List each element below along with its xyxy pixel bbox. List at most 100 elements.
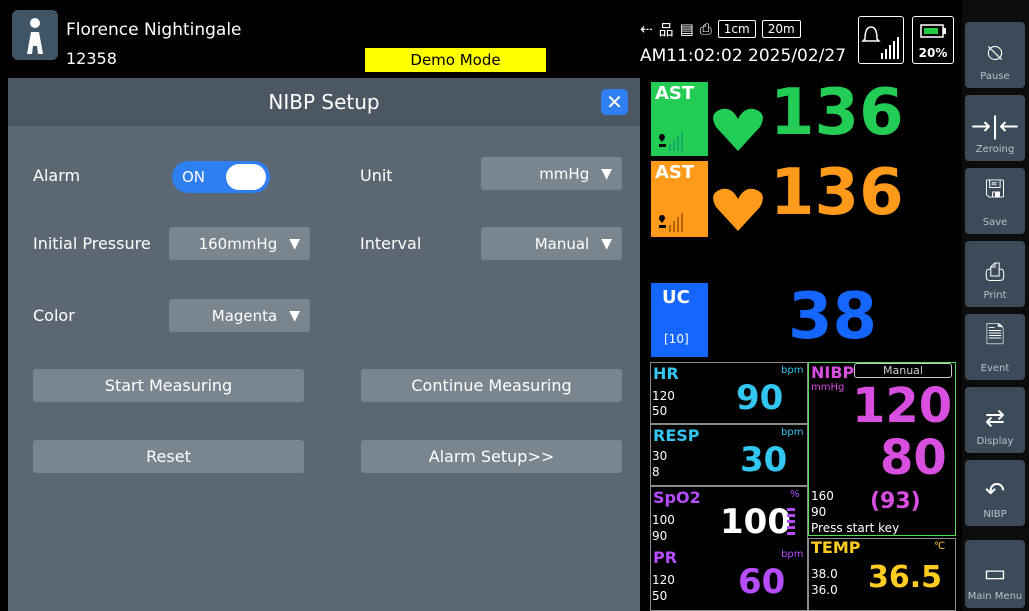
alarm-toggle-state: ON	[182, 168, 206, 186]
ast2-label: AST	[655, 162, 695, 183]
nibp-unit: mmHg	[811, 382, 845, 393]
pr-unit: bpm	[781, 549, 804, 560]
pr-high: 120	[652, 573, 675, 587]
spo2-high: 100	[652, 513, 675, 527]
resp-low: 8	[652, 465, 660, 479]
hr-low: 50	[652, 404, 668, 418]
main-menu-button[interactable]: ▭ Main Menu	[965, 540, 1025, 608]
temp-value: 36.5	[868, 560, 943, 595]
nibp-label: NIBP	[983, 509, 1007, 520]
demo-mode-banner: Demo Mode	[365, 48, 546, 72]
display-icon: ⇄	[984, 404, 1006, 432]
event-button[interactable]: 🗎 Event	[965, 314, 1025, 380]
nibp-dia: 80	[880, 430, 947, 486]
dropdown-arrow-icon: ▼	[601, 235, 612, 252]
dropdown-arrow-icon: ▼	[601, 165, 612, 182]
signal-bars-icon	[656, 128, 686, 156]
nibp-mode: Manual	[854, 363, 952, 378]
signal-bars-icon	[656, 209, 686, 237]
zeroing-icon: →|←	[970, 112, 1020, 140]
clock: AM11:02:02 2025/02/27	[640, 46, 847, 66]
spo2-low: 90	[652, 529, 668, 543]
display-button[interactable]: ⇄ Display	[965, 387, 1025, 453]
event-icon: 🗎	[985, 321, 1005, 349]
interval-label: Interval	[360, 234, 422, 253]
initial-pressure-dropdown[interactable]: 160mmHg ▼	[169, 227, 310, 260]
nibp-button[interactable]: ↶ NIBP	[965, 460, 1025, 526]
temp-low: 36.0	[811, 583, 838, 597]
status-icons: ⇠ 品 ▤ ⎙ 1cm 20m	[640, 18, 801, 40]
resp-unit: bpm	[781, 427, 804, 438]
temp-label: TEMP	[811, 538, 861, 557]
resp-label: RESP	[653, 426, 700, 445]
interval-dropdown[interactable]: Manual ▼	[481, 227, 622, 260]
unit-dropdown[interactable]: mmHg ▼	[481, 157, 622, 190]
color-dropdown[interactable]: Magenta ▼	[169, 299, 310, 332]
print-label: Print	[983, 290, 1007, 301]
nibp-message: Press start key	[811, 521, 900, 535]
pause-label: Pause	[980, 71, 1010, 82]
hr-value: 90	[736, 378, 784, 418]
color-value: Magenta	[211, 306, 278, 325]
save-button[interactable]: 🖫 Save	[965, 168, 1025, 234]
storage-icon: ▤	[679, 20, 694, 38]
dropdown-arrow-icon: ▼	[289, 235, 300, 252]
display-label: Display	[976, 436, 1014, 447]
start-measuring-button[interactable]: Start Measuring	[33, 369, 304, 402]
event-label: Event	[980, 363, 1010, 374]
temp-unit: ℃	[934, 541, 946, 552]
main-menu-icon: ▭	[983, 559, 1007, 587]
pr-label: PR	[653, 548, 678, 567]
pr-value: 60	[738, 562, 786, 602]
alarm-setup-button[interactable]: Alarm Setup>>	[361, 440, 622, 473]
unit-value: mmHg	[539, 164, 590, 183]
resp-value: 30	[740, 440, 788, 480]
ast1-label: AST	[655, 83, 695, 104]
ast2-value: 136	[770, 156, 904, 230]
hr-unit: bpm	[781, 365, 804, 376]
scale-2: 20m	[761, 20, 801, 38]
usb-icon: ⇠	[640, 20, 653, 38]
alarm-pause-icon: ⍉	[987, 39, 1003, 67]
pause-button[interactable]: ⍉ Pause	[965, 22, 1025, 88]
hr-high: 120	[652, 389, 675, 403]
patient-icon[interactable]	[12, 10, 58, 60]
temp-high: 38.0	[811, 567, 838, 581]
nibp-low: 90	[811, 505, 827, 519]
heart-icon	[712, 185, 764, 237]
dropdown-arrow-icon: ▼	[289, 307, 300, 324]
nibp-high: 160	[811, 489, 834, 503]
alarm-volume-icon[interactable]	[858, 16, 904, 64]
continue-measuring-button[interactable]: Continue Measuring	[361, 369, 622, 402]
zeroing-button[interactable]: →|← Zeroing	[965, 95, 1025, 161]
network-icon: 品	[658, 20, 674, 39]
zeroing-label: Zeroing	[975, 144, 1015, 155]
interval-value: Manual	[534, 234, 590, 253]
close-button[interactable]: ✕	[601, 89, 628, 115]
reset-button[interactable]: Reset	[33, 440, 304, 473]
heart-icon	[712, 105, 764, 157]
spo2-unit: %	[790, 489, 800, 500]
patient-name: Florence Nightingale	[66, 20, 242, 40]
dialog-title: NIBP Setup	[268, 90, 380, 114]
patient-id: 12358	[66, 49, 117, 68]
uc-label: UC	[662, 287, 690, 308]
toggle-knob	[226, 164, 266, 190]
battery-percent: 20%	[918, 46, 948, 60]
scale-1: 1cm	[717, 20, 756, 38]
spo2-label: SpO2	[653, 488, 701, 507]
print-button[interactable]: ⎙ Print	[965, 241, 1025, 307]
printer-icon: ⎙	[699, 20, 712, 38]
resp-high: 30	[652, 449, 668, 463]
hr-label: HR	[653, 364, 679, 383]
uc-sub: [10]	[664, 332, 689, 346]
nibp-cuff-icon: ↶	[984, 477, 1006, 505]
initial-pressure-label: Initial Pressure	[33, 234, 151, 253]
uc-value: 38	[788, 280, 878, 354]
main-menu-label: Main Menu	[967, 591, 1023, 602]
unit-label: Unit	[360, 166, 393, 185]
color-label: Color	[33, 306, 75, 325]
save-icon: 🖫	[984, 175, 1006, 203]
initial-pressure-value: 160mmHg	[198, 234, 278, 253]
nibp-label: NIBP	[811, 363, 855, 382]
